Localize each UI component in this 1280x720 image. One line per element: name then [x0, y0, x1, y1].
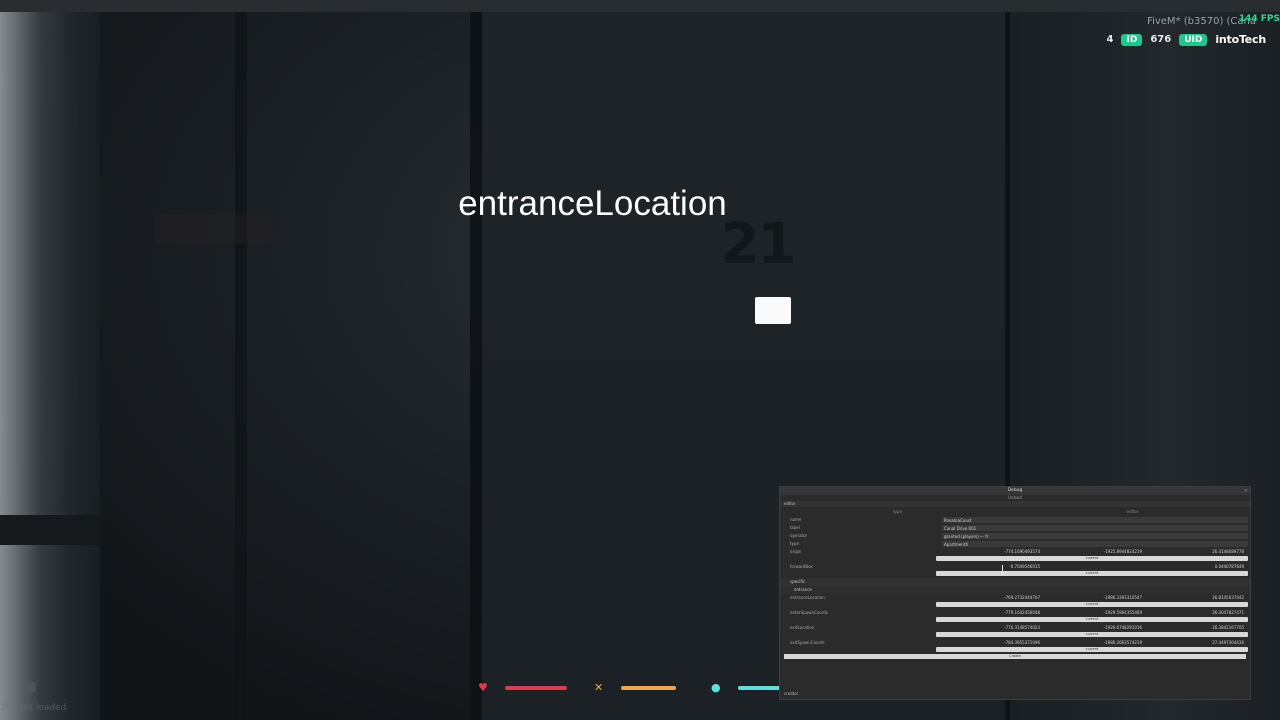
brand-logo: intoTech	[1215, 33, 1266, 46]
current-button[interactable]: current	[936, 647, 1248, 652]
panel-footer: creator	[784, 691, 799, 696]
location-row: exitLocation -776.3148574023 -1926.67482…	[780, 624, 1250, 632]
vector-x[interactable]: -784.3955371096	[940, 639, 1042, 647]
label-input[interactable]: Canal Drive 001	[942, 525, 1248, 531]
location-row: entranceLocation -769.2732444707 -1986.3…	[780, 594, 1250, 602]
debug-panel[interactable]: Debug × Unload editor type editor name P…	[779, 486, 1251, 700]
field-label: exitLocation	[790, 625, 815, 630]
heart-icon: ♥	[478, 681, 488, 694]
origin-vector[interactable]: -774.1690493574 -1925.8944824219 26.4148…	[940, 548, 1246, 556]
player-hud: 4 ID 676 UID intoTech	[1106, 33, 1267, 46]
current-button[interactable]: current	[936, 617, 1248, 622]
vector-y[interactable]: -1925.8944824219	[1042, 548, 1144, 556]
vector-x[interactable]: -776.3148574023	[940, 624, 1042, 632]
wall-seam	[235, 12, 247, 720]
player-id: 676	[1150, 34, 1172, 45]
location-vector[interactable]: -784.3955371096 -1986.2663574219 27.4497…	[940, 639, 1246, 647]
location-vector[interactable]: -769.2732444707 -1986.3393310547 26.8145…	[940, 594, 1246, 602]
location-row: exitSpawnCoords -784.3955371096 -1986.26…	[780, 639, 1250, 647]
vector-x[interactable]: -779.1642456048	[940, 609, 1042, 617]
field-label: forwardBox	[790, 564, 813, 569]
field-row: name PanamaCoast	[780, 516, 1250, 524]
field-label: type	[790, 541, 799, 546]
panel-title[interactable]: Debug	[780, 487, 1250, 495]
field-label: name	[790, 517, 802, 522]
utensils-icon: ✕	[594, 681, 604, 694]
hunger-bar	[621, 686, 676, 690]
vector-x[interactable]: -0.7049546015	[940, 563, 1042, 571]
location-vector[interactable]: -779.1642456048 -1929.5964355469 26.4047…	[940, 609, 1246, 617]
location-row: enterSpawnCoords -779.1642456048 -1929.5…	[780, 609, 1250, 617]
vector-y[interactable]	[1042, 563, 1144, 571]
type-select[interactable]: ApartmentX	[942, 541, 1248, 547]
column-type[interactable]: type	[780, 507, 1015, 516]
vector-z[interactable]: 27.4497304436	[1144, 639, 1246, 647]
thirst-bar	[738, 686, 780, 690]
field-label: operator	[790, 533, 808, 538]
field-label: entranceLocation	[790, 595, 825, 600]
field-row: operator granted (players) — fr	[780, 532, 1250, 540]
origin-row: origin -774.1690493574 -1925.8944824219 …	[780, 548, 1250, 556]
health-bar	[505, 686, 567, 690]
window-top-bar	[0, 0, 1280, 12]
fps-counter: 144 FPS	[1238, 14, 1280, 24]
location-vector[interactable]: -776.3148574023 -1926.6748291016 26.3842…	[940, 624, 1246, 632]
column-header: type editor	[780, 507, 1250, 516]
forward-vector[interactable]: -0.7049546015 0.0440787649	[940, 563, 1246, 571]
uid-badge: UID	[1179, 33, 1208, 46]
left-pillar-band	[0, 515, 100, 545]
controller-icon	[22, 682, 36, 692]
player-count: 4	[1106, 34, 1114, 45]
vector-z[interactable]: 0.0440787649	[1144, 563, 1246, 571]
vector-y[interactable]: -1929.5964355469	[1042, 609, 1144, 617]
current-button[interactable]: current	[936, 632, 1248, 637]
interaction-title: entranceLocation	[458, 184, 727, 223]
name-input[interactable]: PanamaCoast	[942, 517, 1248, 523]
vector-z[interactable]: 26.3842167705	[1144, 624, 1246, 632]
interaction-marker[interactable]	[755, 297, 791, 324]
droplet-icon: ●	[711, 681, 721, 694]
field-label: exitSpawnCoords	[790, 640, 825, 645]
field-label: enterSpawnCoords	[790, 610, 828, 615]
current-button[interactable]: current	[936, 602, 1248, 607]
vector-y[interactable]: -1986.3393310547	[1042, 594, 1144, 602]
loaded-text: 203 pls loaded	[0, 703, 67, 713]
vector-x[interactable]: -769.2732444707	[940, 594, 1042, 602]
field-row: type ApartmentX	[780, 540, 1250, 548]
vector-y[interactable]: -1986.2663574219	[1042, 639, 1144, 647]
vector-z[interactable]: 26.4047827471	[1144, 609, 1246, 617]
left-pillar	[0, 12, 100, 720]
mouse-cursor	[1002, 565, 1003, 573]
field-label: label	[790, 525, 800, 530]
forward-current-button[interactable]: current	[936, 571, 1248, 576]
operator-select[interactable]: granted (players) — fr	[942, 533, 1248, 539]
vector-x[interactable]: -774.1690493574	[940, 548, 1042, 556]
field-row: label Canal Drive 001	[780, 524, 1250, 532]
field-label: origin	[790, 549, 802, 554]
vector-y[interactable]: -1926.6748291016	[1042, 624, 1144, 632]
origin-current-button[interactable]: current	[936, 556, 1248, 561]
close-icon[interactable]: ×	[1244, 488, 1248, 494]
id-badge: ID	[1121, 33, 1143, 46]
vector-z[interactable]: 26.8145937042	[1144, 594, 1246, 602]
door-frame-left	[470, 12, 482, 720]
section-specific[interactable]: specific	[780, 578, 1250, 586]
column-editor[interactable]: editor	[1015, 507, 1250, 516]
forward-row: forwardBox -0.7049546015 0.0440787649	[780, 563, 1250, 571]
vector-z[interactable]: 26.4148089778	[1144, 548, 1246, 556]
create-button[interactable]: Create	[784, 654, 1246, 659]
section-entrance[interactable]: entrance	[780, 586, 1250, 594]
